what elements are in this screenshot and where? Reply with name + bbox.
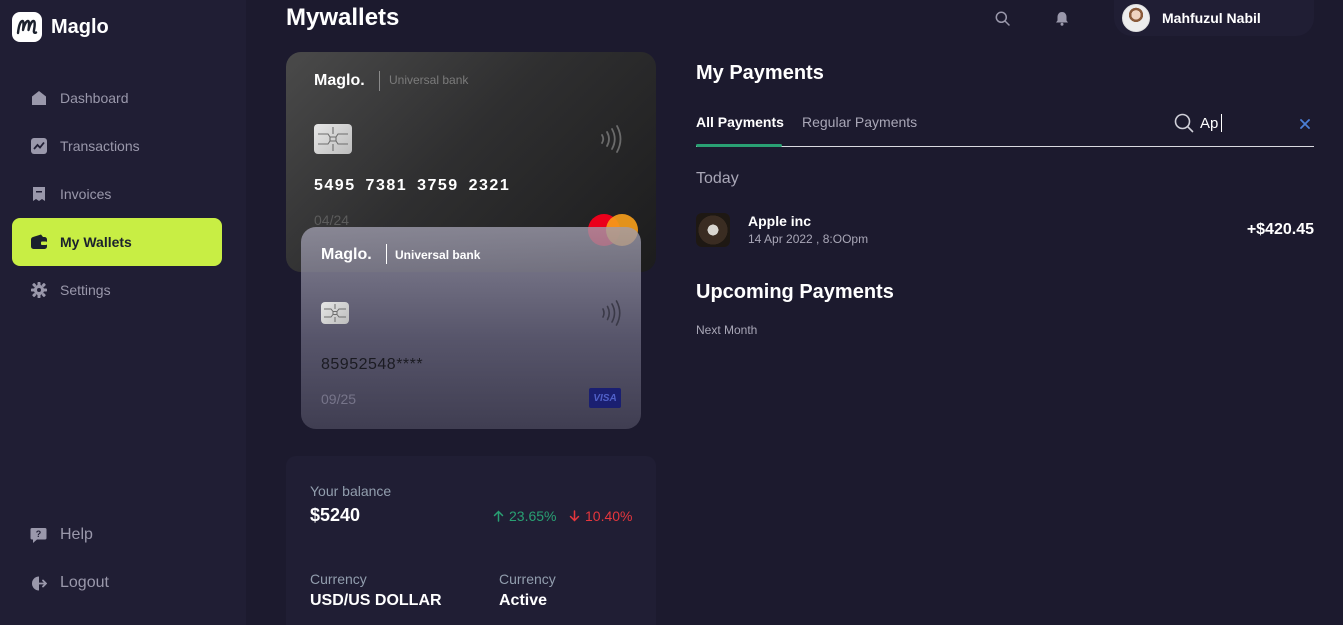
card-expiry: 04/24 — [314, 212, 350, 228]
down-percent: 10.40% — [585, 508, 633, 524]
gear-icon — [30, 282, 47, 299]
card-brand: Maglo. — [314, 72, 365, 89]
balance-panel: Your balance $5240 23.65% 10.40% Currenc… — [286, 456, 656, 625]
payment-date: 14 Apr 2022 , 8:OOpm — [748, 232, 869, 246]
sidebar-item-label: Dashboard — [60, 90, 129, 106]
page-title: Mywallets — [286, 4, 400, 31]
card-divider — [379, 71, 380, 91]
upcoming-payments-title: Upcoming Payments — [696, 281, 894, 303]
help-icon: ? — [30, 527, 47, 544]
sidebar-item-settings[interactable]: Settings — [12, 266, 222, 314]
today-label: Today — [696, 170, 739, 187]
tab-regular-payments[interactable]: Regular Payments — [802, 114, 917, 130]
card-brand: Maglo. — [321, 246, 372, 263]
logo[interactable]: Maglo — [12, 12, 109, 42]
contactless-icon — [598, 124, 624, 159]
next-month-label: Next Month — [696, 323, 758, 337]
currency-value: USD/US DOLLAR — [310, 592, 442, 609]
card-divider — [386, 244, 387, 264]
tab-all-payments[interactable]: All Payments — [696, 114, 784, 130]
sidebar-item-label: My Wallets — [60, 234, 132, 250]
home-icon — [30, 90, 47, 107]
card-expiry: 09/25 — [321, 391, 357, 407]
sidebar: Maglo Dashboard Transactions Invoices My… — [0, 0, 246, 625]
merchant-name: Apple inc — [748, 213, 812, 229]
status-label: Currency — [499, 571, 556, 587]
card-bank: Universal bank — [395, 248, 481, 262]
tabs-divider — [696, 146, 1314, 147]
chart-icon — [30, 138, 47, 155]
sidebar-item-label: Transactions — [60, 138, 140, 154]
sidebar-item-transactions[interactable]: Transactions — [12, 122, 222, 170]
bell-icon[interactable] — [1053, 9, 1071, 27]
text-caret — [1221, 114, 1222, 132]
sidebar-item-label: Logout — [60, 574, 109, 591]
logout-icon — [30, 575, 47, 592]
active-tab-indicator — [696, 144, 782, 147]
contactless-icon — [599, 299, 623, 332]
card-bank: Universal bank — [389, 73, 469, 87]
sidebar-item-label: Help — [60, 526, 93, 543]
arrow-up-icon — [493, 510, 504, 522]
currency-label: Currency — [310, 571, 367, 587]
sidebar-item-my-wallets[interactable]: My Wallets — [12, 218, 222, 266]
payment-amount: +$420.45 — [1246, 221, 1314, 238]
payment-search-input[interactable] — [1200, 112, 1290, 134]
search-icon[interactable] — [1174, 113, 1194, 133]
card-number: 85952548**** — [321, 356, 424, 373]
sidebar-bottom-nav: ? Help Logout — [12, 511, 222, 607]
sidebar-item-help[interactable]: ? Help — [12, 511, 222, 559]
balance-change-up: 23.65% — [493, 508, 556, 524]
balance-label: Your balance — [310, 483, 392, 499]
payment-row[interactable]: Apple inc 14 Apr 2022 , 8:OOpm +$420.45 — [696, 211, 1314, 249]
credit-card-secondary[interactable]: Maglo. Universal bank 85952548**** 09/25… — [301, 227, 641, 429]
avatar — [1122, 4, 1150, 32]
up-percent: 23.65% — [509, 508, 557, 524]
chip-icon — [314, 124, 352, 154]
app-name: Maglo — [51, 15, 109, 38]
sidebar-item-label: Invoices — [60, 186, 112, 202]
sidebar-nav: Dashboard Transactions Invoices My Walle… — [12, 74, 222, 314]
chip-icon — [321, 302, 349, 324]
status-value: Active — [499, 592, 548, 609]
payments-title: My Payments — [696, 62, 824, 84]
balance-value: $5240 — [310, 505, 361, 525]
wallet-icon — [30, 234, 47, 251]
sidebar-item-logout[interactable]: Logout — [12, 559, 222, 607]
visa-icon: VISA — [589, 388, 621, 408]
invoice-icon — [30, 186, 47, 203]
close-icon[interactable] — [1299, 117, 1311, 129]
merchant-image — [696, 213, 730, 247]
svg-text:?: ? — [36, 529, 42, 539]
maglo-logo-icon — [12, 12, 42, 42]
search-icon[interactable] — [993, 9, 1011, 27]
sidebar-item-invoices[interactable]: Invoices — [12, 170, 222, 218]
sidebar-item-label: Settings — [60, 282, 111, 298]
user-menu[interactable]: Mahfuzul Nabil — [1114, 0, 1314, 36]
arrow-down-icon — [569, 510, 580, 522]
balance-change-down: 10.40% — [569, 508, 632, 524]
card-number: 5495 7381 3759 2321 — [314, 177, 511, 194]
user-name: Mahfuzul Nabil — [1162, 10, 1261, 26]
sidebar-item-dashboard[interactable]: Dashboard — [12, 74, 222, 122]
